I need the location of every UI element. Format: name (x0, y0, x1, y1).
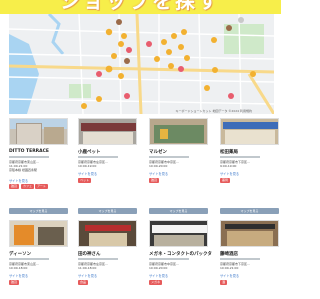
shop-hours: 11:00-18:00 (78, 266, 97, 270)
shop-hours: 10:00-19:00 (78, 164, 97, 168)
canal-shape (47, 14, 65, 55)
shop-hours: 10:00-18:00 (9, 266, 28, 270)
site-link[interactable]: サイトを見る (78, 171, 97, 176)
divider (78, 156, 118, 158)
shop-name[interactable]: DITTO TERRACE (9, 149, 49, 154)
shop-card[interactable]: マルゼン 京都府京都市中京区... 10:00-20:00 サイトを見る 雑貨 (149, 118, 208, 196)
site-link[interactable]: サイトを見る (9, 273, 28, 278)
map-attribution: キーボードショートカット 地図データ ©2024 利用規約 (175, 109, 253, 113)
shop-card[interactable]: 藤崎酒店 京都府京都市下京区... 10:00-21:00 サイトを見る 酒 (220, 220, 279, 299)
page-header: ショップを探す (0, 0, 281, 14)
shop-map[interactable]: キーボードショートカット 地図データ ©2024 利用規約 (9, 14, 274, 114)
category-tag: 雑貨 (9, 184, 20, 189)
page: ショップを探す キーボードショートカット 地図データ ©2024 利用規約 DI… (0, 0, 281, 299)
shop-card[interactable]: DITTO TERRACE 京都府京都市東山区... 11:00-21:00 京… (9, 118, 68, 196)
river-shape (9, 34, 39, 114)
site-link[interactable]: サイトを見る (149, 273, 168, 278)
view-map-button[interactable]: マップを見る (9, 208, 68, 214)
site-link[interactable]: サイトを見る (220, 273, 239, 278)
divider (149, 156, 189, 158)
view-map-button[interactable]: マップを見る (220, 208, 279, 214)
shop-hours: 10:00-20:00 (149, 266, 168, 270)
shop-name[interactable]: 小鹿ペット (78, 149, 101, 155)
category-tag: アート (35, 184, 48, 189)
shop-card[interactable]: ディーソン 京都府京都市東山区... 10:00-18:00 サイトを見る 雑貨 (9, 220, 68, 299)
shop-hours: 10:00-20:00 (149, 164, 168, 168)
shop-card[interactable]: 田の神さん 京都府京都市左京区... 11:00-18:00 サイトを見る 食品 (78, 220, 137, 299)
shop-photo[interactable] (78, 118, 137, 145)
page-title: ショップを探す (60, 0, 221, 13)
map-markers[interactable] (81, 17, 256, 109)
shop-name[interactable]: ディーソン (9, 251, 31, 257)
shop-photo[interactable] (220, 118, 279, 145)
shop-photo[interactable] (220, 220, 279, 247)
shop-photo[interactable] (9, 220, 68, 247)
category-tag: カフェ (21, 184, 35, 189)
park-shape (69, 84, 91, 98)
site-link[interactable]: サイトを見る (149, 171, 168, 176)
category-tag: 雑貨 (149, 178, 160, 183)
shop-hours: 10:00-21:00 (220, 266, 239, 270)
view-map-button[interactable]: マップを見る (149, 208, 208, 214)
divider (9, 258, 49, 260)
site-link[interactable]: サイトを見る (220, 171, 239, 176)
category-tag: ペット (78, 178, 92, 183)
shop-name[interactable]: 田の神さん (78, 251, 101, 257)
map-canvas[interactable] (9, 14, 274, 114)
shop-photo[interactable] (149, 118, 208, 145)
shop-name[interactable]: マルゼン (149, 149, 167, 155)
shop-line: 京阪本線 祇園四条駅 (9, 168, 37, 172)
category-tag: メガネ (149, 280, 163, 285)
shop-card[interactable]: メガネ・コンタクトのパックタ 京都府京都市中京区... 10:00-20:00 … (149, 220, 212, 299)
shop-photo[interactable] (9, 118, 68, 145)
divider (149, 258, 189, 260)
shop-name[interactable]: メガネ・コンタクトのパックタ (149, 251, 212, 257)
category-tag: 雑貨 (9, 280, 20, 285)
shop-card[interactable]: 松田薬局 京都府京都市下京区... 9:00-19:00 サイトを見る 薬局 (220, 118, 279, 196)
category-tag: 食品 (78, 280, 89, 285)
shop-hours: 9:00-19:00 (220, 164, 237, 168)
shop-name[interactable]: 松田薬局 (220, 149, 238, 155)
site-link[interactable]: サイトを見る (9, 178, 28, 183)
divider (220, 156, 260, 158)
shop-photo[interactable] (149, 220, 208, 247)
divider (9, 156, 49, 158)
view-map-button[interactable]: マップを見る (78, 208, 137, 214)
divider (220, 258, 260, 260)
site-link[interactable]: サイトを見る (78, 273, 97, 278)
divider (78, 258, 118, 260)
category-tag: 酒 (220, 280, 228, 285)
shop-photo[interactable] (78, 220, 137, 247)
shop-name[interactable]: 藤崎酒店 (220, 251, 238, 257)
shop-card[interactable]: 小鹿ペット 京都府京都市左京区... 10:00-19:00 サイトを見る ペッ… (78, 118, 137, 196)
category-tag: 薬局 (220, 178, 231, 183)
